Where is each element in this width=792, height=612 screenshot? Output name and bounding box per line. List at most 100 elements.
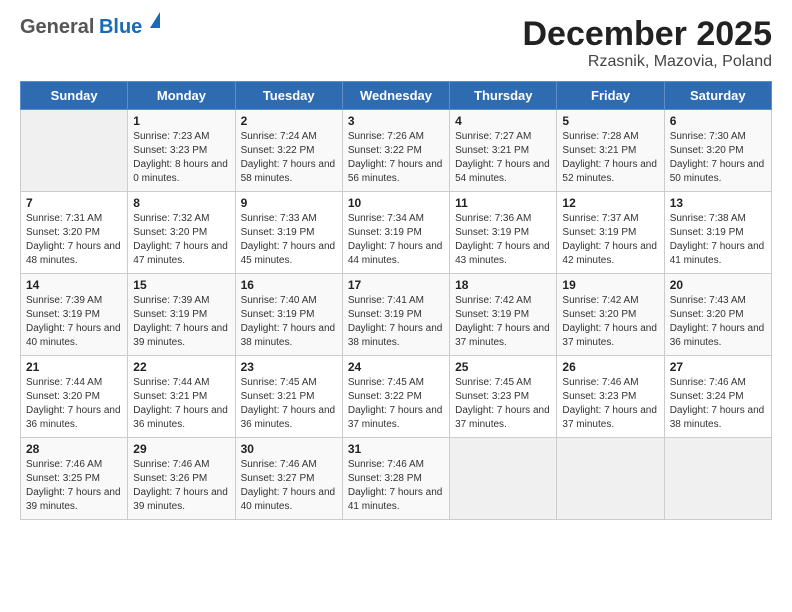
daylight-text: Daylight: 7 hours and 37 minutes. xyxy=(562,323,657,348)
cell-info: Sunrise: 7:44 AM Sunset: 3:20 PM Dayligh… xyxy=(26,376,122,432)
daylight-text: Daylight: 7 hours and 37 minutes. xyxy=(455,405,550,430)
cell-info: Sunrise: 7:30 AM Sunset: 3:20 PM Dayligh… xyxy=(670,130,766,186)
day-number: 18 xyxy=(455,278,551,292)
daylight-text: Daylight: 7 hours and 58 minutes. xyxy=(241,159,336,184)
day-number: 9 xyxy=(241,196,337,210)
sunrise-text: Sunrise: 7:46 AM xyxy=(670,377,746,388)
sunrise-text: Sunrise: 7:28 AM xyxy=(562,131,638,142)
col-thursday: Thursday xyxy=(450,82,557,110)
daylight-text: Daylight: 7 hours and 47 minutes. xyxy=(133,241,228,266)
sunset-text: Sunset: 3:19 PM xyxy=(348,309,422,320)
sunrise-text: Sunrise: 7:31 AM xyxy=(26,213,102,224)
calendar-week-row: 28 Sunrise: 7:46 AM Sunset: 3:25 PM Dayl… xyxy=(21,438,772,520)
sunrise-text: Sunrise: 7:39 AM xyxy=(133,295,209,306)
daylight-text: Daylight: 7 hours and 38 minutes. xyxy=(670,405,765,430)
sunset-text: Sunset: 3:19 PM xyxy=(26,309,100,320)
day-number: 21 xyxy=(26,360,122,374)
sunrise-text: Sunrise: 7:45 AM xyxy=(348,377,424,388)
day-number: 17 xyxy=(348,278,444,292)
calendar-cell: 11 Sunrise: 7:36 AM Sunset: 3:19 PM Dayl… xyxy=(450,192,557,274)
calendar-cell: 8 Sunrise: 7:32 AM Sunset: 3:20 PM Dayli… xyxy=(128,192,235,274)
sunrise-text: Sunrise: 7:39 AM xyxy=(26,295,102,306)
cell-info: Sunrise: 7:39 AM Sunset: 3:19 PM Dayligh… xyxy=(26,294,122,350)
sunset-text: Sunset: 3:20 PM xyxy=(670,309,744,320)
day-number: 22 xyxy=(133,360,229,374)
cell-info: Sunrise: 7:33 AM Sunset: 3:19 PM Dayligh… xyxy=(241,212,337,268)
cell-info: Sunrise: 7:43 AM Sunset: 3:20 PM Dayligh… xyxy=(670,294,766,350)
calendar-cell: 26 Sunrise: 7:46 AM Sunset: 3:23 PM Dayl… xyxy=(557,356,664,438)
daylight-text: Daylight: 7 hours and 36 minutes. xyxy=(670,323,765,348)
sunset-text: Sunset: 3:20 PM xyxy=(670,145,744,156)
calendar-cell: 29 Sunrise: 7:46 AM Sunset: 3:26 PM Dayl… xyxy=(128,438,235,520)
calendar-cell: 13 Sunrise: 7:38 AM Sunset: 3:19 PM Dayl… xyxy=(664,192,771,274)
cell-info: Sunrise: 7:40 AM Sunset: 3:19 PM Dayligh… xyxy=(241,294,337,350)
sunset-text: Sunset: 3:28 PM xyxy=(348,473,422,484)
sunset-text: Sunset: 3:19 PM xyxy=(670,227,744,238)
day-number: 8 xyxy=(133,196,229,210)
sunset-text: Sunset: 3:19 PM xyxy=(241,309,315,320)
sunset-text: Sunset: 3:25 PM xyxy=(26,473,100,484)
cell-info: Sunrise: 7:31 AM Sunset: 3:20 PM Dayligh… xyxy=(26,212,122,268)
sunrise-text: Sunrise: 7:46 AM xyxy=(26,459,102,470)
page: General Blue December 2025 Rzasnik, Mazo… xyxy=(0,0,792,612)
cell-info: Sunrise: 7:41 AM Sunset: 3:19 PM Dayligh… xyxy=(348,294,444,350)
col-wednesday: Wednesday xyxy=(342,82,449,110)
daylight-text: Daylight: 7 hours and 40 minutes. xyxy=(241,487,336,512)
cell-info: Sunrise: 7:46 AM Sunset: 3:26 PM Dayligh… xyxy=(133,458,229,514)
cell-info: Sunrise: 7:37 AM Sunset: 3:19 PM Dayligh… xyxy=(562,212,658,268)
day-number: 26 xyxy=(562,360,658,374)
daylight-text: Daylight: 7 hours and 37 minutes. xyxy=(455,323,550,348)
sunset-text: Sunset: 3:19 PM xyxy=(455,309,529,320)
cell-info: Sunrise: 7:45 AM Sunset: 3:23 PM Dayligh… xyxy=(455,376,551,432)
calendar-title: December 2025 xyxy=(522,16,772,53)
daylight-text: Daylight: 7 hours and 45 minutes. xyxy=(241,241,336,266)
cell-info: Sunrise: 7:46 AM Sunset: 3:28 PM Dayligh… xyxy=(348,458,444,514)
sunrise-text: Sunrise: 7:46 AM xyxy=(241,459,317,470)
sunrise-text: Sunrise: 7:42 AM xyxy=(455,295,531,306)
sunset-text: Sunset: 3:27 PM xyxy=(241,473,315,484)
daylight-text: Daylight: 7 hours and 56 minutes. xyxy=(348,159,443,184)
sunset-text: Sunset: 3:26 PM xyxy=(133,473,207,484)
sunrise-text: Sunrise: 7:32 AM xyxy=(133,213,209,224)
col-tuesday: Tuesday xyxy=(235,82,342,110)
calendar-cell: 3 Sunrise: 7:26 AM Sunset: 3:22 PM Dayli… xyxy=(342,110,449,192)
day-number: 6 xyxy=(670,114,766,128)
daylight-text: Daylight: 7 hours and 54 minutes. xyxy=(455,159,550,184)
calendar-cell: 30 Sunrise: 7:46 AM Sunset: 3:27 PM Dayl… xyxy=(235,438,342,520)
calendar-cell: 23 Sunrise: 7:45 AM Sunset: 3:21 PM Dayl… xyxy=(235,356,342,438)
calendar-cell xyxy=(664,438,771,520)
cell-info: Sunrise: 7:32 AM Sunset: 3:20 PM Dayligh… xyxy=(133,212,229,268)
sunrise-text: Sunrise: 7:42 AM xyxy=(562,295,638,306)
calendar-cell: 10 Sunrise: 7:34 AM Sunset: 3:19 PM Dayl… xyxy=(342,192,449,274)
sunrise-text: Sunrise: 7:38 AM xyxy=(670,213,746,224)
sunset-text: Sunset: 3:19 PM xyxy=(455,227,529,238)
cell-info: Sunrise: 7:46 AM Sunset: 3:27 PM Dayligh… xyxy=(241,458,337,514)
sunrise-text: Sunrise: 7:34 AM xyxy=(348,213,424,224)
sunset-text: Sunset: 3:22 PM xyxy=(348,391,422,402)
calendar-subtitle: Rzasnik, Mazovia, Poland xyxy=(522,53,772,71)
day-number: 31 xyxy=(348,442,444,456)
daylight-text: Daylight: 7 hours and 37 minutes. xyxy=(562,405,657,430)
sunrise-text: Sunrise: 7:43 AM xyxy=(670,295,746,306)
calendar-cell xyxy=(450,438,557,520)
sunrise-text: Sunrise: 7:46 AM xyxy=(133,459,209,470)
sunset-text: Sunset: 3:23 PM xyxy=(455,391,529,402)
calendar-cell: 20 Sunrise: 7:43 AM Sunset: 3:20 PM Dayl… xyxy=(664,274,771,356)
calendar-cell: 25 Sunrise: 7:45 AM Sunset: 3:23 PM Dayl… xyxy=(450,356,557,438)
daylight-text: Daylight: 7 hours and 38 minutes. xyxy=(348,323,443,348)
cell-info: Sunrise: 7:38 AM Sunset: 3:19 PM Dayligh… xyxy=(670,212,766,268)
calendar-cell: 21 Sunrise: 7:44 AM Sunset: 3:20 PM Dayl… xyxy=(21,356,128,438)
calendar-cell: 18 Sunrise: 7:42 AM Sunset: 3:19 PM Dayl… xyxy=(450,274,557,356)
day-number: 19 xyxy=(562,278,658,292)
logo: General Blue xyxy=(20,16,160,39)
cell-info: Sunrise: 7:39 AM Sunset: 3:19 PM Dayligh… xyxy=(133,294,229,350)
sunrise-text: Sunrise: 7:41 AM xyxy=(348,295,424,306)
calendar-cell: 22 Sunrise: 7:44 AM Sunset: 3:21 PM Dayl… xyxy=(128,356,235,438)
daylight-text: Daylight: 7 hours and 39 minutes. xyxy=(26,487,121,512)
day-number: 3 xyxy=(348,114,444,128)
calendar-week-row: 1 Sunrise: 7:23 AM Sunset: 3:23 PM Dayli… xyxy=(21,110,772,192)
calendar-cell xyxy=(21,110,128,192)
calendar-cell: 4 Sunrise: 7:27 AM Sunset: 3:21 PM Dayli… xyxy=(450,110,557,192)
calendar-cell: 14 Sunrise: 7:39 AM Sunset: 3:19 PM Dayl… xyxy=(21,274,128,356)
daylight-text: Daylight: 7 hours and 36 minutes. xyxy=(26,405,121,430)
